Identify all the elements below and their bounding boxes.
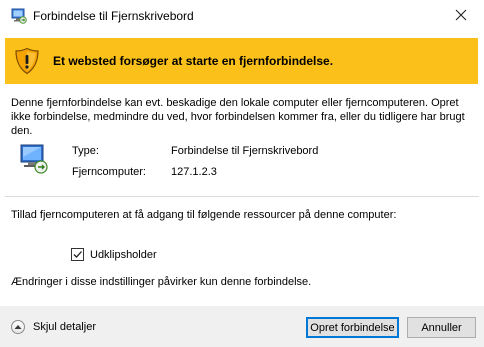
type-value: Forbindelse til Fjernskrivebord — [171, 145, 319, 157]
type-label: Type: — [72, 145, 99, 157]
remote-computer-value: 127.1.2.3 — [171, 166, 217, 178]
divider — [5, 196, 479, 197]
chevron-up-icon[interactable] — [11, 320, 25, 334]
close-button[interactable] — [438, 0, 484, 32]
remote-desktop-dialog: Forbindelse til Fjernskrivebord Et webst… — [0, 0, 484, 347]
changes-note: Ændringer i disse indstillinger påvirker… — [11, 276, 312, 288]
warning-shield-icon — [13, 47, 41, 75]
hide-details-label[interactable]: Skjul detaljer — [33, 321, 96, 333]
clipboard-label[interactable]: Udklipsholder — [90, 249, 157, 261]
remote-computer-icon — [19, 143, 49, 175]
dialog-footer: Skjul detaljer Opret forbindelse Annulle… — [0, 306, 484, 347]
remote-computer-label: Fjerncomputer: — [72, 166, 146, 178]
cancel-button[interactable]: Annuller — [407, 317, 476, 338]
checkmark-icon — [73, 251, 82, 258]
warning-banner: Et websted forsøger at starte en fjernfo… — [5, 38, 478, 84]
close-icon[interactable] — [455, 9, 467, 24]
security-description: Denne fjernforbindelse kan evt. beskadig… — [11, 97, 465, 137]
window-title: Forbindelse til Fjernskrivebord — [33, 9, 194, 23]
connect-button[interactable]: Opret forbindelse — [306, 317, 399, 338]
resources-intro: Tillad fjerncomputeren at få adgang til … — [11, 209, 397, 221]
clipboard-option[interactable]: Udklipsholder — [71, 247, 157, 262]
warning-message: Et websted forsøger at starte en fjernfo… — [53, 54, 334, 68]
title-bar: Forbindelse til Fjernskrivebord — [0, 0, 484, 32]
clipboard-checkbox[interactable] — [71, 248, 84, 261]
hide-details-toggle[interactable]: Skjul detaljer — [11, 320, 96, 334]
remote-desktop-icon — [11, 8, 27, 24]
